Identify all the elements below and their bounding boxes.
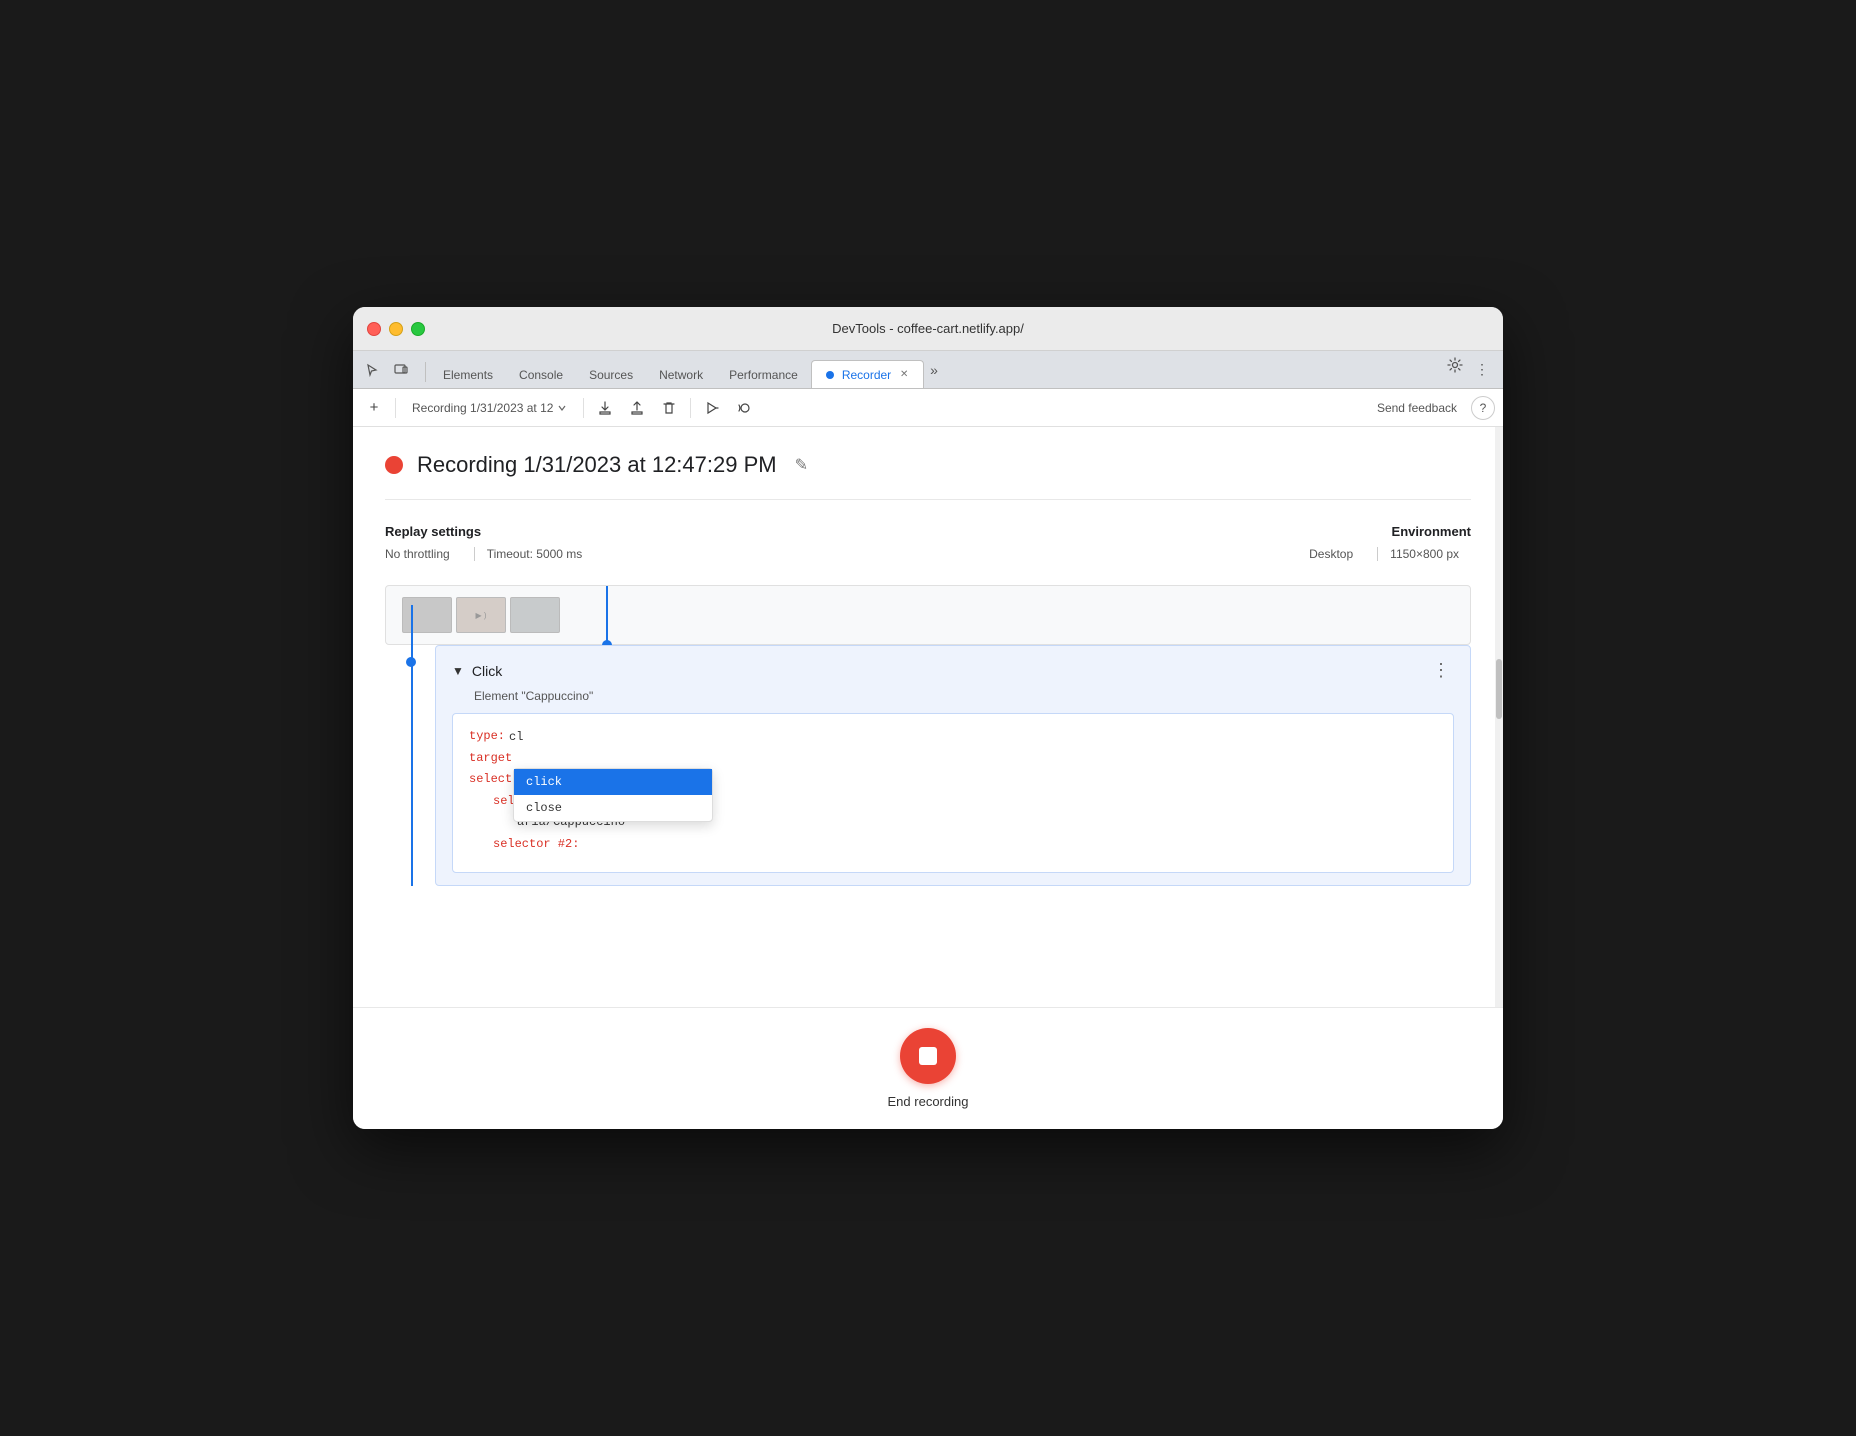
recording-header: Recording 1/31/2023 at 12:47:29 PM ✎ — [385, 451, 1471, 500]
window-title: DevTools - coffee-cart.netlify.app/ — [832, 321, 1024, 336]
toolbar-divider-1 — [395, 398, 396, 418]
toolbar-divider-3 — [690, 398, 691, 418]
maximize-button[interactable] — [411, 322, 425, 336]
tab-performance[interactable]: Performance — [716, 360, 811, 388]
step-header: ▼ Click ⋮ — [452, 658, 1454, 683]
recorder-icon — [824, 369, 836, 381]
main-content: Recording 1/31/2023 at 12:47:29 PM ✎ Rep… — [353, 427, 1503, 1007]
recording-title: Recording 1/31/2023 at 12:47:29 PM — [417, 452, 777, 478]
tab-recorder[interactable]: Recorder ✕ — [811, 360, 924, 388]
code-line-selector2: selector #2: — [469, 834, 1437, 856]
replay-settings-group: Replay settings No throttling Timeout: 5… — [385, 524, 594, 561]
tab-icon-group — [361, 358, 413, 382]
replay-settings-values: No throttling Timeout: 5000 ms — [385, 547, 594, 561]
devtools-window: DevTools - coffee-cart.netlify.app/ Elem… — [353, 307, 1503, 1129]
help-button[interactable]: ? — [1471, 396, 1495, 420]
settings-icon[interactable] — [1441, 353, 1469, 382]
more-tabs-button[interactable]: » — [924, 358, 944, 382]
step-container: ▼ Click ⋮ Element "Cappuccino" type: tar… — [435, 645, 1471, 886]
delete-button[interactable] — [656, 395, 682, 421]
type-value-input[interactable] — [509, 730, 533, 744]
recording-indicator — [385, 456, 403, 474]
import-button[interactable] — [624, 395, 650, 421]
select-key: select — [469, 769, 512, 791]
screenshot-3 — [510, 597, 560, 633]
action-toolbar: + Recording 1/31/2023 at 12 Send feedbac… — [353, 389, 1503, 427]
tab-close-recorder[interactable]: ✕ — [897, 368, 911, 382]
tab-sources[interactable]: Sources — [576, 360, 646, 388]
screenshot-1 — [402, 597, 452, 633]
type-key: type: — [469, 726, 505, 748]
selector-2-key: selector #2: — [493, 834, 579, 856]
send-feedback-button[interactable]: Send feedback — [1369, 397, 1465, 419]
autocomplete-item-click[interactable]: click — [514, 769, 712, 795]
autocomplete-dropdown: click close — [513, 768, 713, 822]
more-options-icon[interactable]: ⋮ — [1469, 357, 1495, 382]
viewport-value: 1150×800 px — [1390, 547, 1471, 561]
traffic-lights — [367, 322, 425, 336]
recording-selector[interactable]: Recording 1/31/2023 at 12 — [404, 398, 575, 418]
tab-console[interactable]: Console — [506, 360, 576, 388]
step-options-icon[interactable]: ⋮ — [1428, 658, 1454, 683]
timeline-marker — [606, 586, 608, 644]
env-separator — [1377, 547, 1378, 561]
device-icon[interactable] — [389, 358, 413, 382]
settings-separator — [474, 547, 475, 561]
target-key: target — [469, 748, 512, 770]
code-line-type: type: — [469, 726, 1437, 748]
stop-recording-button[interactable] — [900, 1028, 956, 1084]
settings-row: Replay settings No throttling Timeout: 5… — [385, 524, 1471, 561]
close-button[interactable] — [367, 322, 381, 336]
toolbar-divider-2 — [583, 398, 584, 418]
step-indicator-dot — [406, 657, 416, 667]
stop-icon — [919, 1047, 937, 1065]
code-line-target: target — [469, 748, 1437, 770]
replay-settings-label: Replay settings — [385, 524, 594, 539]
scrollbar-thumb[interactable] — [1496, 659, 1502, 719]
devtools-tab-bar: Elements Console Sources Network Perform… — [353, 351, 1503, 389]
code-editor[interactable]: type: target select selector #1: aria/ — [452, 713, 1454, 873]
desktop-value: Desktop — [1309, 547, 1365, 561]
replay-button[interactable] — [699, 395, 725, 421]
environment-group: Environment Desktop 1150×800 px — [1309, 524, 1471, 561]
environment-label: Environment — [1309, 524, 1471, 539]
bottom-bar: End recording — [353, 1007, 1503, 1129]
timeout-value: Timeout: 5000 ms — [487, 547, 595, 561]
timeline-area: ▶ ) — [385, 585, 1471, 645]
cursor-icon[interactable] — [361, 358, 385, 382]
no-throttling-value: No throttling — [385, 547, 462, 561]
tab-divider-1 — [425, 362, 426, 382]
tab-elements[interactable]: Elements — [430, 360, 506, 388]
step-title-row: ▼ Click — [452, 663, 502, 679]
end-recording-label: End recording — [888, 1094, 969, 1109]
step-collapse-arrow[interactable]: ▼ — [452, 664, 464, 678]
add-recording-button[interactable]: + — [361, 395, 387, 421]
environment-values: Desktop 1150×800 px — [1309, 547, 1471, 561]
step-wrapper: ▼ Click ⋮ Element "Cappuccino" type: tar… — [425, 645, 1471, 886]
chevron-down-icon — [557, 403, 567, 413]
step-replay-button[interactable] — [731, 395, 757, 421]
step-name: Click — [472, 663, 502, 679]
minimize-button[interactable] — [389, 322, 403, 336]
autocomplete-item-close[interactable]: close — [514, 795, 712, 821]
step-element-detail: Element "Cappuccino" — [474, 689, 1454, 703]
export-button[interactable] — [592, 395, 618, 421]
step-vertical-line — [411, 605, 413, 886]
tab-network[interactable]: Network — [646, 360, 716, 388]
titlebar: DevTools - coffee-cart.netlify.app/ — [353, 307, 1503, 351]
edit-title-icon[interactable]: ✎ — [791, 451, 812, 479]
screenshot-2: ▶ ) — [456, 597, 506, 633]
scrollbar-track[interactable] — [1495, 427, 1503, 1007]
